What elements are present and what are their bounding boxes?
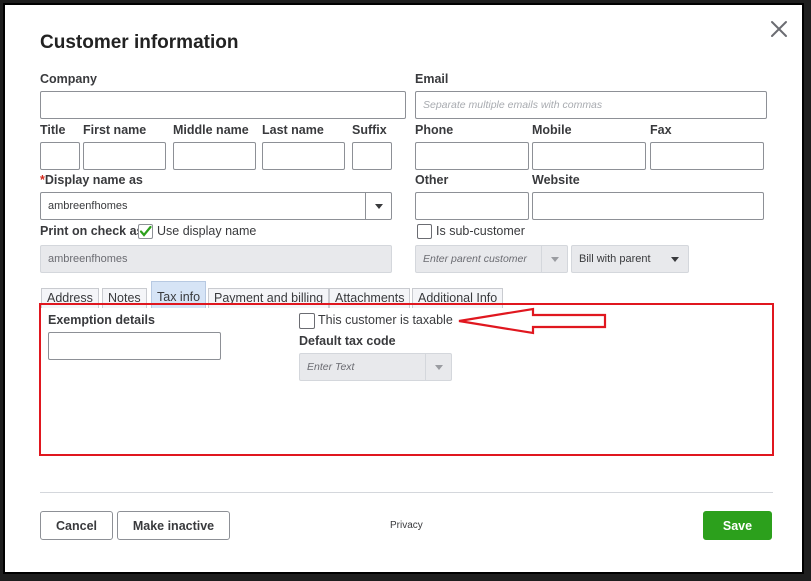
chevron-down-icon[interactable] <box>365 193 391 219</box>
first-name-label: First name <box>83 123 147 137</box>
screenshot-frame: Customer information Company Email Separ… <box>3 3 804 574</box>
customer-information-dialog: Customer information Company Email Separ… <box>5 5 802 572</box>
other-input[interactable] <box>415 192 529 220</box>
first-name-input[interactable] <box>83 142 166 170</box>
chevron-down-icon <box>662 246 688 272</box>
display-name-label: *Display name as <box>40 173 143 187</box>
use-display-name-checkbox[interactable] <box>138 224 153 239</box>
make-inactive-button[interactable]: Make inactive <box>117 511 230 540</box>
phone-input[interactable] <box>415 142 529 170</box>
company-label: Company <box>40 72 97 86</box>
display-name-select[interactable]: ambreenfhomes <box>40 192 392 220</box>
middle-name-input[interactable] <box>173 142 256 170</box>
default-tax-code-placeholder: Enter Text <box>307 361 355 373</box>
cancel-button[interactable]: Cancel <box>40 511 113 540</box>
customer-taxable-checkbox[interactable] <box>299 313 315 329</box>
customer-taxable-label: This customer is taxable <box>318 313 453 327</box>
last-name-input[interactable] <box>262 142 345 170</box>
bill-with-parent-value: Bill with parent <box>579 253 651 265</box>
title-input[interactable] <box>40 142 80 170</box>
privacy-link[interactable]: Privacy <box>390 520 423 531</box>
last-name-label: Last name <box>262 123 324 137</box>
default-tax-code-label: Default tax code <box>299 334 396 348</box>
is-sub-customer-checkbox[interactable] <box>417 224 432 239</box>
is-sub-customer-label: Is sub-customer <box>436 224 525 238</box>
exemption-details-input[interactable] <box>48 332 221 360</box>
fax-label: Fax <box>650 123 672 137</box>
fax-input[interactable] <box>650 142 764 170</box>
save-button[interactable]: Save <box>703 511 772 540</box>
chevron-down-icon <box>541 246 567 272</box>
company-input[interactable] <box>40 91 406 119</box>
bill-with-parent-select: Bill with parent <box>571 245 689 273</box>
footer-divider <box>40 492 773 493</box>
suffix-label: Suffix <box>352 123 387 137</box>
website-input[interactable] <box>532 192 764 220</box>
close-icon[interactable] <box>769 19 789 39</box>
print-on-check-label: Print on check as <box>40 224 144 238</box>
chevron-down-icon <box>425 354 451 380</box>
exemption-details-label: Exemption details <box>48 313 155 327</box>
middle-name-label: Middle name <box>173 123 249 137</box>
default-tax-code-select: Enter Text <box>299 353 452 381</box>
mobile-input[interactable] <box>532 142 646 170</box>
website-label: Website <box>532 173 580 187</box>
dialog-title: Customer information <box>40 32 239 53</box>
display-name-label-text: Display name as <box>44 173 143 187</box>
mobile-label: Mobile <box>532 123 572 137</box>
display-name-value: ambreenfhomes <box>48 200 128 212</box>
parent-customer-select: Enter parent customer <box>415 245 568 273</box>
parent-customer-placeholder: Enter parent customer <box>423 253 527 265</box>
phone-label: Phone <box>415 123 454 137</box>
use-display-name-label: Use display name <box>157 224 257 238</box>
annotation-arrow-icon <box>458 307 607 335</box>
email-input[interactable]: Separate multiple emails with commas <box>415 91 767 119</box>
suffix-input[interactable] <box>352 142 392 170</box>
checkmark-icon <box>139 225 152 237</box>
other-label: Other <box>415 173 449 187</box>
print-on-check-input: ambreenfhomes <box>40 245 392 273</box>
email-label: Email <box>415 72 449 86</box>
title-label: Title <box>40 123 66 137</box>
